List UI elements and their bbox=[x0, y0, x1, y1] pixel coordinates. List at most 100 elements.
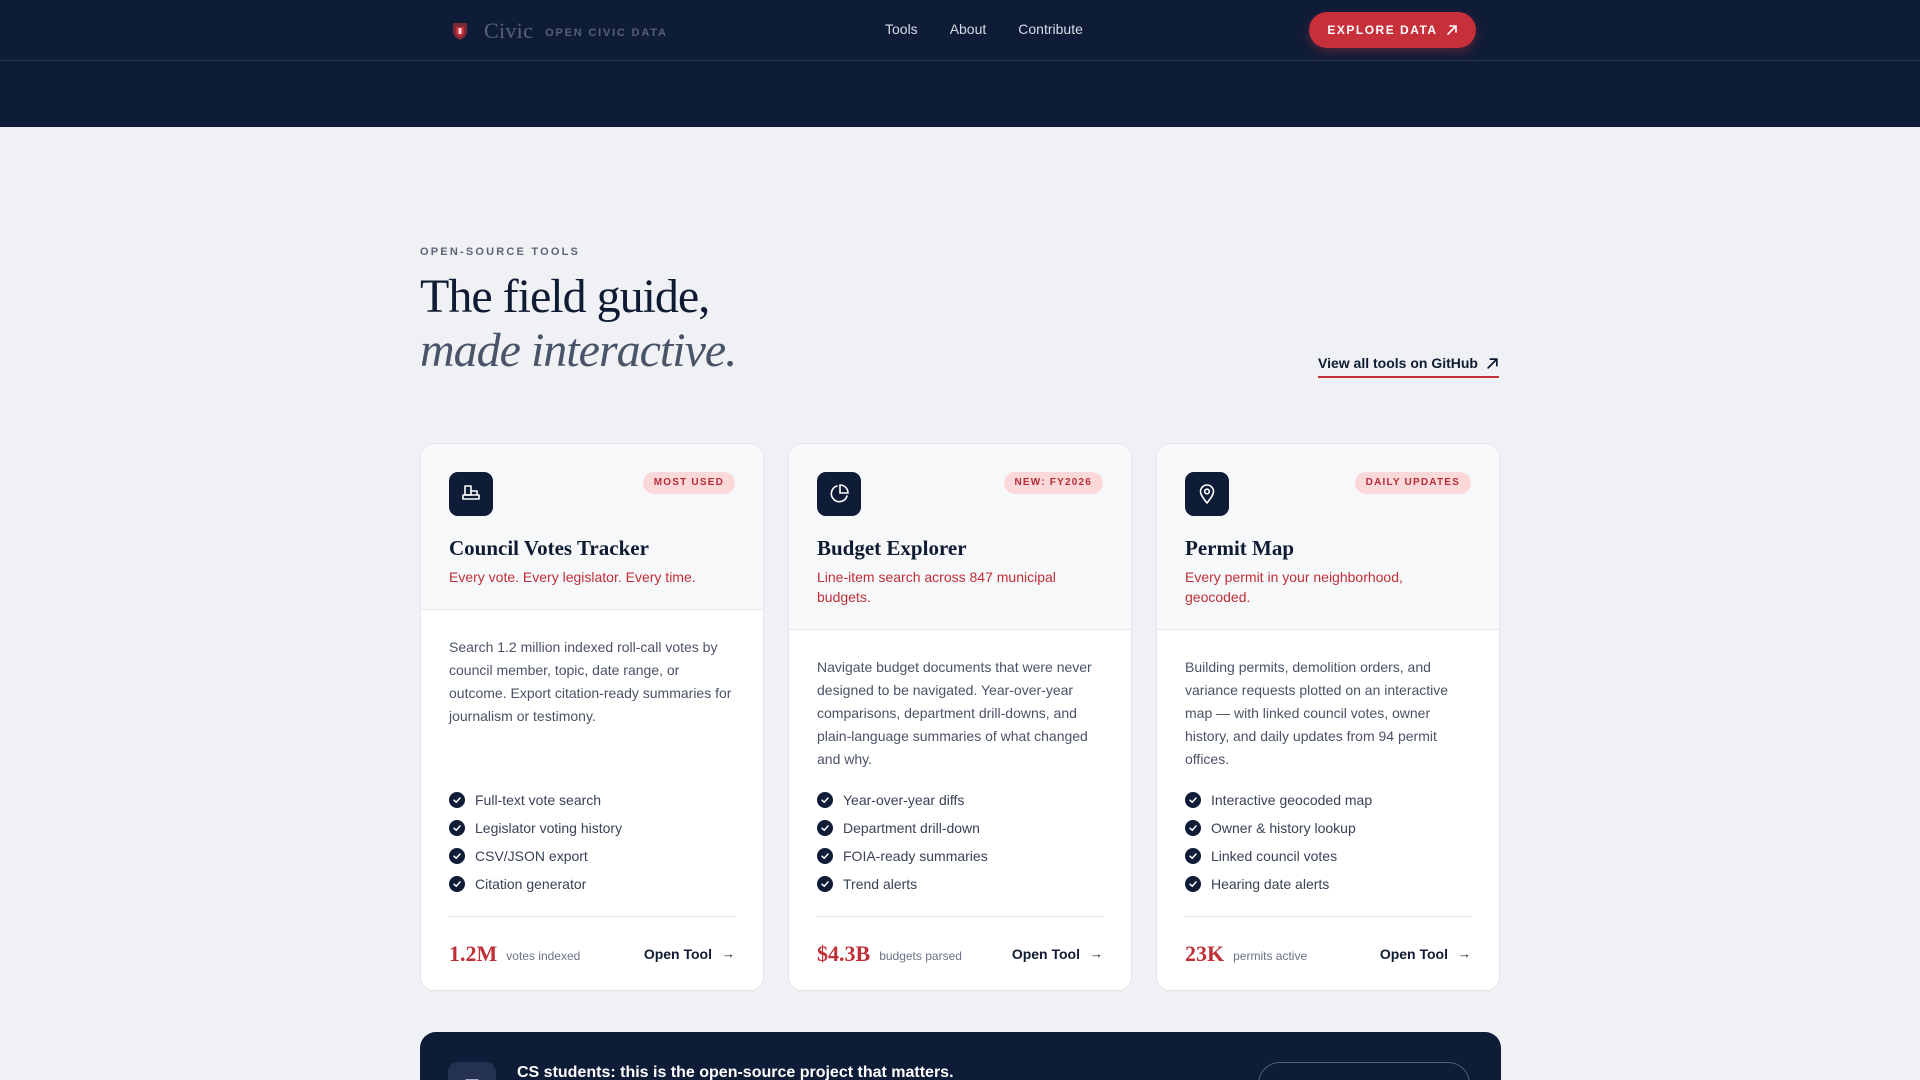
tool-card-council-votes: MOST USED Council Votes Tracker Every vo… bbox=[420, 443, 764, 991]
section-eyebrow: OPEN-SOURCE TOOLS bbox=[420, 246, 581, 258]
feature-label: FOIA-ready summaries bbox=[843, 848, 988, 864]
feature-item: Citation generator bbox=[449, 870, 735, 898]
check-icon bbox=[449, 792, 465, 808]
stat-label: votes indexed bbox=[506, 949, 581, 963]
stat-label: budgets parsed bbox=[879, 949, 962, 963]
card-header: MOST USED Council Votes Tracker Every vo… bbox=[421, 444, 763, 610]
check-icon bbox=[817, 876, 833, 892]
status-badge: DAILY UPDATES bbox=[1354, 472, 1471, 494]
nav-link-about[interactable]: About bbox=[950, 21, 987, 37]
feature-item: Linked council votes bbox=[1185, 842, 1471, 870]
feature-item: Legislator voting history bbox=[449, 814, 735, 842]
nav-links: Tools About Contribute bbox=[885, 21, 1083, 37]
card-title: Budget Explorer bbox=[817, 536, 967, 560]
feature-label: Department drill-down bbox=[843, 820, 980, 836]
feature-item: Interactive geocoded map bbox=[1185, 786, 1471, 814]
check-icon bbox=[817, 848, 833, 864]
check-icon bbox=[817, 792, 833, 808]
feature-item: Hearing date alerts bbox=[1185, 870, 1471, 898]
check-icon bbox=[449, 848, 465, 864]
check-icon bbox=[1185, 792, 1201, 808]
feature-item: Year-over-year diffs bbox=[817, 786, 1103, 814]
feature-label: Legislator voting history bbox=[475, 820, 623, 836]
card-footer: 1.2M votes indexed Open Tool → bbox=[449, 916, 735, 990]
open-tool-label: Open Tool bbox=[643, 945, 712, 962]
brand-home-link[interactable]: Civic OPEN CIVIC DATA bbox=[450, 18, 668, 44]
status-badge: MOST USED bbox=[642, 472, 735, 494]
arrow-right-icon: → bbox=[1090, 946, 1103, 961]
card-body: Navigate budget documents that were neve… bbox=[789, 630, 1131, 771]
feature-item: FOIA-ready summaries bbox=[817, 842, 1103, 870]
feature-label: CSV/JSON export bbox=[475, 848, 588, 864]
feature-item: Owner & history lookup bbox=[1185, 814, 1471, 842]
podium-icon bbox=[449, 472, 493, 516]
feature-list: Year-over-year diffs Department drill-do… bbox=[817, 786, 1103, 898]
card-description: Navigate budget documents that were neve… bbox=[817, 659, 1092, 767]
open-tool-label: Open Tool bbox=[1379, 945, 1448, 962]
open-tool-label: Open Tool bbox=[1011, 945, 1080, 962]
card-tagline: Line-item search across 847 municipal bu… bbox=[817, 569, 1056, 605]
card-tagline: Every permit in your neighborhood, geoco… bbox=[1185, 569, 1403, 605]
stat-value: $4.3B bbox=[817, 940, 871, 966]
check-icon bbox=[449, 820, 465, 836]
card-body: Search 1.2 million indexed roll-call vot… bbox=[421, 610, 763, 728]
card-header: DAILY UPDATES Permit Map Every permit in… bbox=[1157, 444, 1499, 630]
card-body: Building permits, demolition orders, and… bbox=[1157, 630, 1499, 771]
title-line-2: made interactive. bbox=[420, 324, 737, 377]
feature-list: Interactive geocoded map Owner & history… bbox=[1185, 786, 1471, 898]
brand-tagline: OPEN CIVIC DATA bbox=[545, 27, 668, 39]
open-tool-button[interactable]: Open Tool → bbox=[1380, 946, 1471, 962]
check-icon bbox=[449, 876, 465, 892]
card-header: NEW: FY2026 Budget Explorer Line-item se… bbox=[789, 444, 1131, 630]
tool-card-permit-map: DAILY UPDATES Permit Map Every permit in… bbox=[1156, 443, 1500, 991]
nav-link-tools[interactable]: Tools bbox=[885, 21, 918, 37]
stat-label: permits active bbox=[1233, 949, 1308, 963]
feature-label: Year-over-year diffs bbox=[843, 792, 965, 808]
banner-headline: CS students: this is the open-source pro… bbox=[517, 1064, 954, 1080]
card-footer: 23K permits active Open Tool → bbox=[1185, 916, 1471, 990]
explore-data-button[interactable]: EXPLORE DATA bbox=[1309, 12, 1476, 48]
check-icon bbox=[1185, 848, 1201, 864]
card-description: Search 1.2 million indexed roll-call vot… bbox=[449, 639, 732, 724]
explore-data-label: EXPLORE DATA bbox=[1327, 23, 1438, 37]
feature-item: Department drill-down bbox=[817, 814, 1103, 842]
stat-value: 23K bbox=[1185, 940, 1225, 966]
card-title: Permit Map bbox=[1185, 536, 1295, 560]
shield-logo-icon bbox=[453, 23, 467, 40]
card-description: Building permits, demolition orders, and… bbox=[1185, 659, 1449, 767]
map-pin-icon bbox=[1185, 472, 1229, 516]
arrow-right-icon: → bbox=[722, 946, 735, 961]
arrow-right-icon: → bbox=[1458, 946, 1471, 961]
nav-link-contribute[interactable]: Contribute bbox=[1018, 21, 1083, 37]
arrow-up-right-icon bbox=[1446, 25, 1457, 35]
contributor-banner: CS students: this is the open-source pro… bbox=[420, 1032, 1501, 1080]
card-title: Council Votes Tracker bbox=[449, 536, 649, 560]
stat-value: 1.2M bbox=[449, 940, 498, 966]
feature-label: Citation generator bbox=[475, 876, 587, 892]
feature-label: Full-text vote search bbox=[475, 792, 602, 808]
pie-chart-icon bbox=[817, 472, 861, 516]
card-tagline: Every vote. Every legislator. Every time… bbox=[449, 569, 696, 585]
check-icon bbox=[1185, 876, 1201, 892]
check-icon bbox=[817, 820, 833, 836]
status-badge: NEW: FY2026 bbox=[1003, 472, 1103, 494]
top-nav: Civic OPEN CIVIC DATA Tools About Contri… bbox=[0, 0, 1920, 61]
arrow-up-right-icon bbox=[1487, 357, 1498, 369]
open-tool-button[interactable]: Open Tool → bbox=[644, 946, 735, 962]
brand-name: Civic bbox=[484, 18, 534, 43]
feature-item: Full-text vote search bbox=[449, 786, 735, 814]
feature-item: Trend alerts bbox=[817, 870, 1103, 898]
section-title: The field guide, made interactive. bbox=[420, 270, 737, 378]
card-footer: $4.3B budgets parsed Open Tool → bbox=[817, 916, 1103, 990]
site-header: Civic OPEN CIVIC DATA Tools About Contri… bbox=[0, 0, 1920, 127]
feature-label: Trend alerts bbox=[843, 876, 918, 892]
github-link-label: View all tools on GitHub bbox=[1318, 355, 1478, 371]
open-tool-button[interactable]: Open Tool → bbox=[1012, 946, 1103, 962]
banner-action-button[interactable] bbox=[1258, 1062, 1470, 1080]
feature-list: Full-text vote search Legislator voting … bbox=[449, 786, 735, 898]
tool-card-budget-explorer: NEW: FY2026 Budget Explorer Line-item se… bbox=[788, 443, 1132, 991]
github-tools-link[interactable]: View all tools on GitHub bbox=[1318, 355, 1499, 378]
feature-label: Hearing date alerts bbox=[1211, 876, 1330, 892]
flag-icon bbox=[448, 1062, 496, 1080]
check-icon bbox=[1185, 820, 1201, 836]
